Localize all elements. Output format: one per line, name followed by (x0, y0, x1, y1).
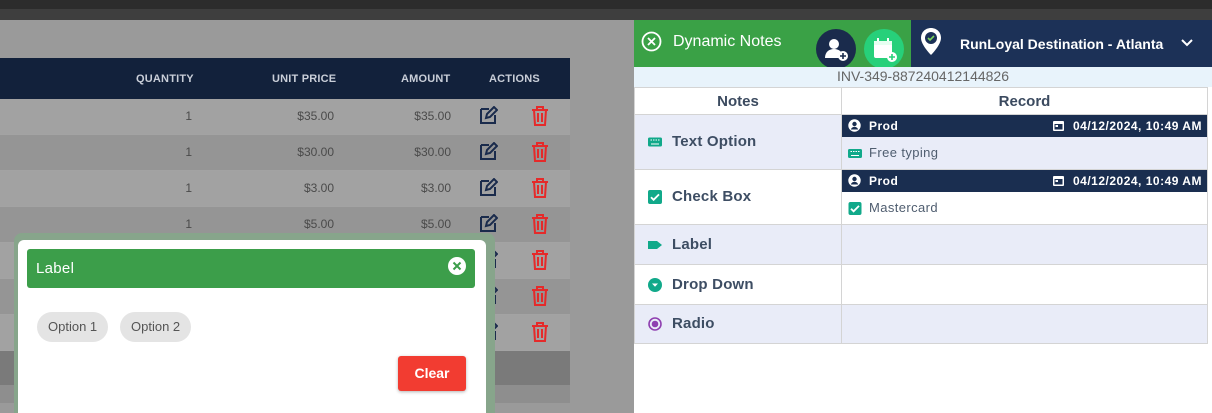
delete-icon[interactable] (530, 249, 550, 271)
record-user: Prod (869, 174, 899, 188)
delete-icon[interactable] (530, 285, 550, 307)
record-user: Prod (869, 119, 899, 133)
record-value: Free typing (842, 137, 1207, 169)
close-icon[interactable] (447, 256, 467, 276)
option-chip[interactable]: Option 2 (120, 312, 192, 342)
clear-button[interactable]: Clear (398, 356, 466, 391)
calendar-icon (1053, 121, 1064, 131)
table-row: 1 $3.00 $3.00 (0, 171, 570, 207)
header-quantity: QUANTITY (136, 73, 194, 85)
delete-icon[interactable] (530, 105, 550, 127)
notes-table: Notes Record Text Option Prod 04/12/2024… (634, 87, 1208, 344)
user-circle-icon (848, 119, 861, 132)
row-amount: $30.00 (414, 145, 451, 159)
note-name: Radio (672, 315, 715, 332)
record-cell-empty (841, 224, 1208, 265)
radio-icon (648, 317, 662, 331)
invoice-id: INV-349-887240412144826 (634, 67, 1212, 87)
row-amount: $3.00 (420, 181, 451, 195)
top-bar-strip (0, 9, 1212, 20)
app-screen: QUANTITY UNIT PRICE AMOUNT ACTIONS 1 $35… (0, 0, 1212, 413)
row-unit-price: $3.00 (303, 181, 334, 195)
record-cell-empty (841, 304, 1208, 344)
popup-header: Label (27, 249, 475, 288)
add-calendar-button[interactable] (864, 29, 904, 69)
dropdown-circle-icon (648, 277, 662, 292)
record-cell: Prod 04/12/2024, 10:49 AM Mastercard (841, 169, 1208, 225)
row-quantity: 1 (185, 217, 192, 231)
note-row-text-option[interactable]: Text Option Prod 04/12/2024, 10:49 AM Fr… (634, 114, 1208, 170)
note-row-label[interactable]: Label (634, 224, 1208, 265)
add-user-icon (825, 39, 848, 61)
row-quantity: 1 (185, 181, 192, 195)
edit-icon[interactable] (478, 178, 498, 198)
panel-header: Dynamic Notes RunLoyal Destination - Atl… (634, 20, 1212, 69)
note-name: Text Option (672, 133, 757, 150)
label-popup: Label Option 1 Option 2 Clear (18, 240, 486, 413)
close-icon[interactable] (641, 31, 662, 52)
column-header-record: Record (841, 87, 1208, 115)
header-unit-price: UNIT PRICE (272, 73, 337, 85)
note-name-cell: Check Box (634, 169, 842, 225)
keyboard-icon (648, 137, 662, 147)
record-cell-empty (841, 264, 1208, 305)
record-value: Mastercard (842, 192, 1207, 224)
column-header-notes: Notes (634, 87, 842, 115)
delete-icon[interactable] (530, 141, 550, 163)
user-circle-icon (848, 174, 861, 187)
panel-title: Dynamic Notes (673, 33, 782, 50)
record-meta-bar: Prod 04/12/2024, 10:49 AM (842, 115, 1207, 137)
row-unit-price: $5.00 (303, 217, 334, 231)
record-timestamp: 04/12/2024, 10:49 AM (1073, 174, 1202, 188)
table-row: 1 $35.00 $35.00 (0, 99, 570, 135)
row-unit-price: $35.00 (297, 109, 334, 123)
checkbox-icon (848, 202, 862, 215)
calendar-icon (1053, 176, 1064, 186)
calendar-add-icon (874, 38, 897, 62)
note-name: Check Box (672, 188, 752, 205)
location-pin-icon (921, 28, 941, 55)
edit-icon[interactable] (478, 106, 498, 126)
note-row-drop-down[interactable]: Drop Down (634, 264, 1208, 305)
invoice-table-header: QUANTITY UNIT PRICE AMOUNT ACTIONS (0, 58, 570, 99)
record-cell: Prod 04/12/2024, 10:49 AM Free typing (841, 114, 1208, 170)
dynamic-notes-panel: Dynamic Notes RunLoyal Destination - Atl… (634, 20, 1212, 413)
note-name: Label (672, 235, 713, 253)
row-quantity: 1 (185, 109, 192, 123)
location-name[interactable]: RunLoyal Destination - Atlanta (960, 36, 1163, 52)
delete-icon[interactable] (530, 177, 550, 199)
top-bar (0, 0, 1212, 20)
option-chip[interactable]: Option 1 (37, 312, 109, 342)
note-name-cell: Drop Down (634, 264, 842, 305)
note-name-cell: Label (634, 224, 842, 265)
record-timestamp: 04/12/2024, 10:49 AM (1073, 119, 1202, 133)
header-amount: AMOUNT (401, 73, 451, 85)
edit-icon[interactable] (478, 214, 498, 234)
keyboard-icon (848, 149, 862, 158)
record-meta-bar: Prod 04/12/2024, 10:49 AM (842, 170, 1207, 192)
chevron-down-icon[interactable] (1180, 37, 1194, 49)
note-name-cell: Radio (634, 304, 842, 344)
delete-icon[interactable] (530, 321, 550, 343)
record-value-text: Mastercard (869, 200, 939, 215)
record-value-text: Free typing (869, 145, 939, 160)
row-amount: $5.00 (420, 217, 451, 231)
note-row-check-box[interactable]: Check Box Prod 04/12/2024, 10:49 AM Mast… (634, 169, 1208, 225)
popup-title: Label (36, 260, 75, 277)
note-name: Drop Down (672, 275, 754, 293)
delete-icon[interactable] (530, 213, 550, 235)
note-name-cell: Text Option (634, 114, 842, 170)
add-user-button[interactable] (816, 29, 856, 69)
note-row-radio[interactable]: Radio (634, 304, 1208, 344)
row-quantity: 1 (185, 145, 192, 159)
checkbox-icon (648, 190, 662, 204)
row-unit-price: $30.00 (297, 145, 334, 159)
edit-icon[interactable] (478, 142, 498, 162)
header-actions: ACTIONS (489, 73, 540, 85)
tag-icon (648, 240, 662, 249)
row-amount: $35.00 (414, 109, 451, 123)
table-row: 1 $30.00 $30.00 (0, 135, 570, 171)
